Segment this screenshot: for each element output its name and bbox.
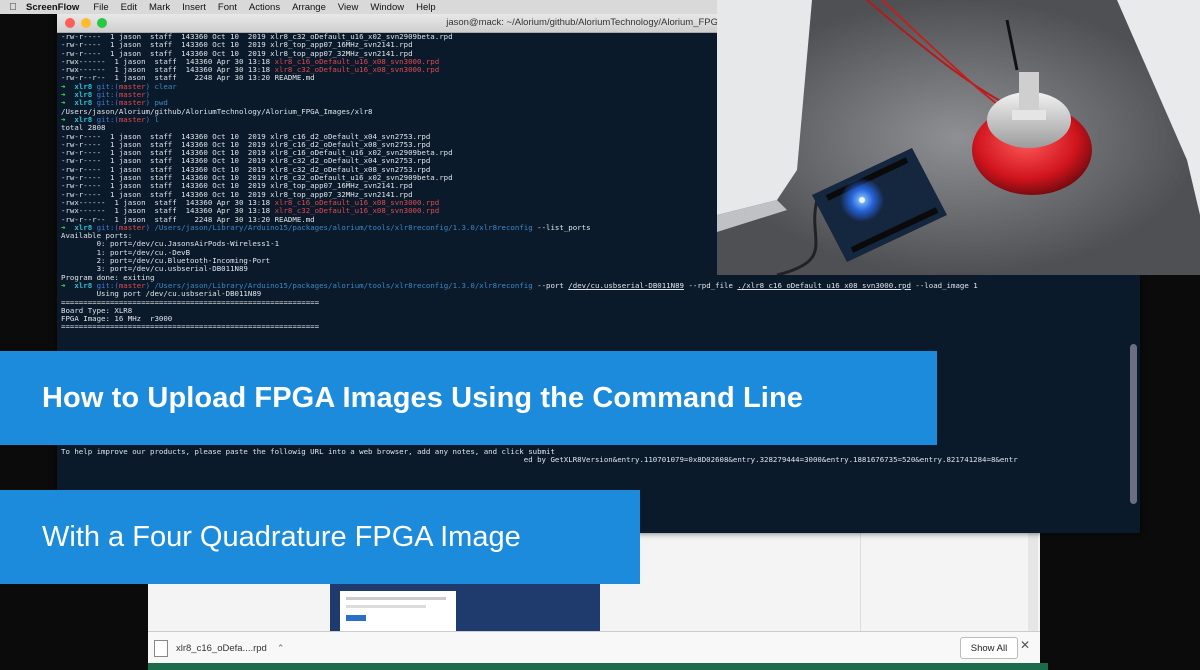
menubar-app-name[interactable]: ScreenFlow (26, 2, 79, 13)
download-file-name: xlr8_c16_oDefa....rpd (176, 642, 267, 654)
camera-inset (717, 0, 1200, 275)
menu-help[interactable]: Help (416, 2, 436, 13)
title-banner: How to Upload FPGA Images Using the Comm… (0, 351, 937, 445)
show-all-button[interactable]: Show All (960, 637, 1018, 659)
terminal-line: ========================================… (61, 298, 1126, 307)
chevron-up-icon[interactable]: ⌃ (277, 643, 285, 654)
terminal-line: ed by GetXLR8Version&entry.110701079=0x8… (61, 455, 1126, 465)
terminal-text: ========================================… (61, 322, 320, 332)
subtitle-banner: With a Four Quadrature FPGA Image (0, 490, 640, 584)
terminal-text: master (118, 114, 146, 124)
menu-file[interactable]: File (93, 2, 108, 13)
menu-actions[interactable]: Actions (249, 2, 280, 13)
knob-shaft (1019, 72, 1039, 114)
terminal-text: --rpd_file (684, 280, 738, 290)
menu-font[interactable]: Font (218, 2, 237, 13)
thumbnail-button (346, 615, 366, 621)
menu-view[interactable]: View (338, 2, 358, 13)
terminal-text: --port (532, 280, 569, 290)
terminal-line: ========================================… (61, 323, 1126, 331)
terminal-text: clear (154, 81, 177, 91)
menu-arrange[interactable]: Arrange (292, 2, 326, 13)
download-bar: xlr8_c16_oDefa....rpd ⌃ Show All ✕ (148, 631, 1040, 664)
file-icon (154, 639, 168, 657)
blue-led (859, 197, 865, 203)
subtitle-text: With a Four Quadrature FPGA Image (42, 520, 521, 553)
terminal-text: ed by GetXLR8Version&entry.110701079=0x8… (61, 455, 1018, 465)
browser-scrollbar[interactable] (1028, 533, 1038, 631)
menu-insert[interactable]: Insert (182, 2, 206, 13)
apple-icon[interactable]:  (0, 2, 26, 13)
taskbar-strip (148, 663, 1048, 670)
board-photo (717, 0, 1200, 275)
terminal-text: l (154, 114, 159, 124)
thumbnail-line (346, 597, 446, 600)
thumbnail-page (340, 591, 456, 631)
menu-edit[interactable]: Edit (121, 2, 137, 13)
divider (860, 533, 861, 631)
terminal-scrollbar[interactable] (1130, 344, 1137, 504)
title-text: How to Upload FPGA Images Using the Comm… (42, 381, 803, 414)
terminal-text: ./xlr8_c16_oDefault_u16_x08_svn3000.rpd (737, 280, 911, 290)
download-item[interactable]: xlr8_c16_oDefa....rpd ⌃ (154, 638, 294, 658)
terminal-text: --list_ports (532, 222, 591, 232)
terminal-text: /Users/jason/Library/Arduino15/packages/… (154, 222, 533, 232)
menu-window[interactable]: Window (370, 2, 404, 13)
menu-mark[interactable]: Mark (149, 2, 170, 13)
page-thumbnail (330, 581, 600, 631)
terminal-text: /dev/cu.usbserial-DB011N89 (568, 280, 684, 290)
thumbnail-line (346, 605, 426, 608)
knob-collar (1012, 110, 1046, 120)
terminal-line: Board Type: XLR8 (61, 306, 1126, 315)
terminal-text: --load_image 1 (910, 280, 978, 290)
close-icon[interactable]: ✕ (1020, 638, 1030, 652)
